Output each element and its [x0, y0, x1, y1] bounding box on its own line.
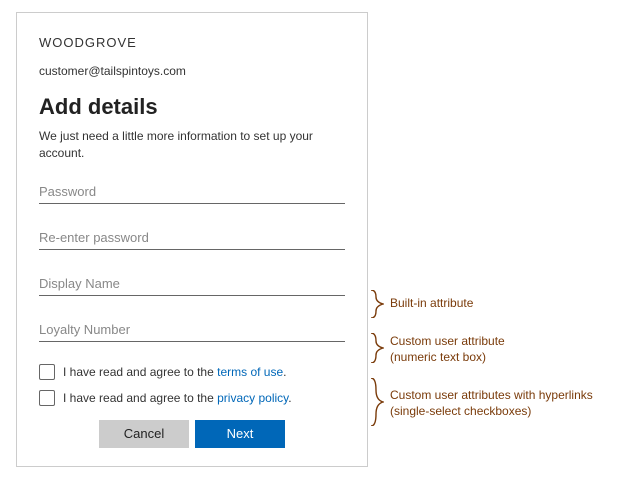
- terms-prefix: I have read and agree to the: [63, 365, 217, 379]
- annotation-line: Custom user attribute: [390, 334, 505, 348]
- page-title: Add details: [39, 94, 345, 120]
- annotation-line: Custom user attributes with hyperlinks: [390, 388, 593, 402]
- privacy-checkbox[interactable]: [39, 390, 55, 406]
- button-row: Cancel Next: [39, 420, 345, 448]
- password-field[interactable]: [39, 180, 345, 204]
- terms-checkbox[interactable]: [39, 364, 55, 380]
- annotation-custom-numeric: Custom user attribute (numeric text box): [390, 334, 505, 365]
- privacy-link[interactable]: privacy policy: [217, 391, 288, 405]
- privacy-prefix: I have read and agree to the: [63, 391, 217, 405]
- loyalty-number-field[interactable]: [39, 318, 345, 342]
- brace-icon: [370, 290, 384, 318]
- signup-card: WOODGROVE customer@tailspintoys.com Add …: [16, 12, 368, 467]
- page-subtitle: We just need a little more information t…: [39, 128, 345, 162]
- privacy-text: I have read and agree to the privacy pol…: [63, 391, 292, 405]
- annotation-builtin: Built-in attribute: [390, 296, 473, 312]
- brace-icon: [370, 378, 384, 426]
- brand-name: WOODGROVE: [39, 35, 345, 50]
- privacy-suffix: .: [288, 391, 291, 405]
- display-name-field[interactable]: [39, 272, 345, 296]
- annotation-line: (numeric text box): [390, 350, 486, 364]
- next-button[interactable]: Next: [195, 420, 285, 448]
- privacy-row: I have read and agree to the privacy pol…: [39, 390, 345, 406]
- terms-suffix: .: [283, 365, 286, 379]
- terms-row: I have read and agree to the terms of us…: [39, 364, 345, 380]
- annotation-custom-checks: Custom user attributes with hyperlinks (…: [390, 388, 593, 419]
- user-email: customer@tailspintoys.com: [39, 64, 345, 78]
- brace-icon: [370, 333, 384, 363]
- annotation-line: (single-select checkboxes): [390, 404, 531, 418]
- cancel-button[interactable]: Cancel: [99, 420, 189, 448]
- reenter-password-field[interactable]: [39, 226, 345, 250]
- terms-text: I have read and agree to the terms of us…: [63, 365, 287, 379]
- terms-link[interactable]: terms of use: [217, 365, 283, 379]
